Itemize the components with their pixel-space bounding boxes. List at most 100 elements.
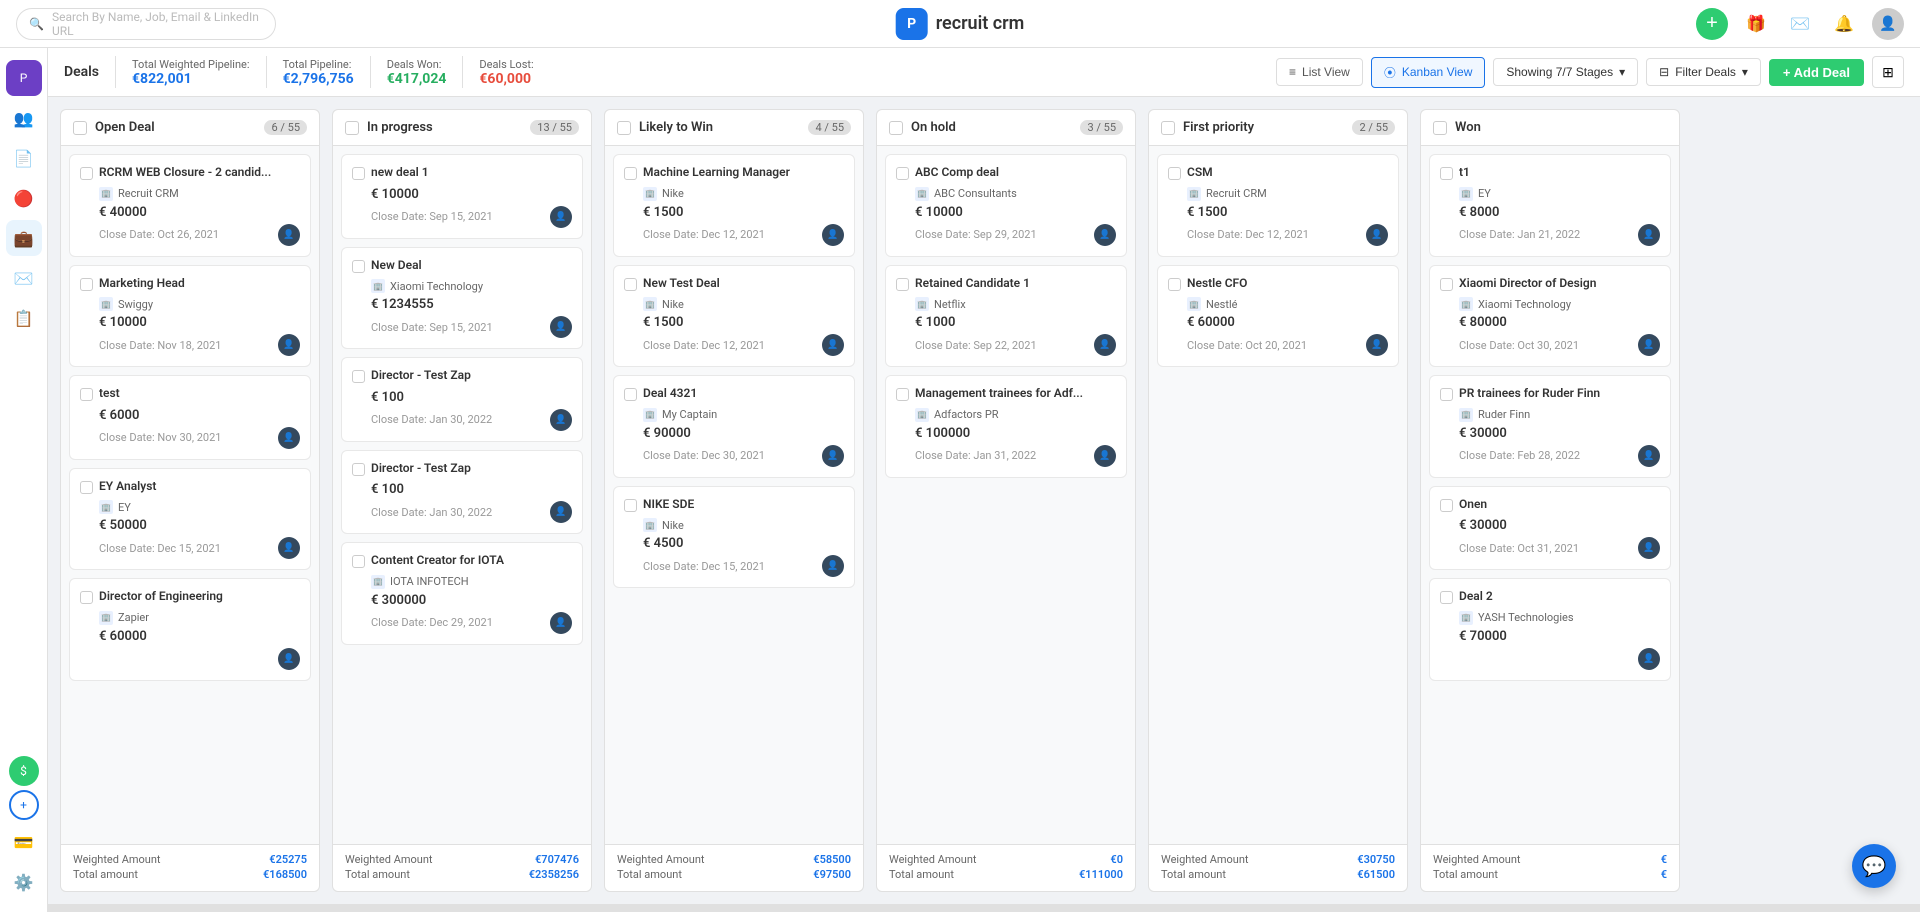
- column-checkbox-likely-to-win[interactable]: [617, 121, 631, 135]
- chat-bubble-button[interactable]: 💬: [1852, 844, 1896, 888]
- weighted-amount-label: Weighted Amount: [1433, 853, 1521, 866]
- user-avatar[interactable]: 👤: [1872, 8, 1904, 40]
- card-checkbox[interactable]: [352, 167, 365, 180]
- sidebar-item-blue[interactable]: +: [9, 790, 39, 820]
- card-amount: € 10000: [99, 315, 300, 330]
- deal-card[interactable]: RCRM WEB Closure - 2 candid... 🏢 Recruit…: [69, 154, 311, 257]
- deal-card[interactable]: Management trainees for Adf... 🏢 Adfacto…: [885, 375, 1127, 478]
- deal-card[interactable]: Onen € 30000 Close Date: Oct 31, 2021 👤: [1429, 486, 1671, 571]
- filter-deals-button[interactable]: ⊟ Filter Deals ▾: [1646, 58, 1761, 86]
- sidebar-item-contacts[interactable]: 👥: [6, 100, 42, 136]
- card-header: Nestle CFO: [1168, 276, 1388, 292]
- card-company: 🏢 YASH Technologies: [1459, 611, 1660, 625]
- deal-card[interactable]: Content Creator for IOTA 🏢 IOTA INFOTECH…: [341, 542, 583, 645]
- card-footer: 👤: [99, 648, 300, 670]
- search-box[interactable]: 🔍 Search By Name, Job, Email & LinkedIn …: [16, 8, 276, 40]
- card-checkbox[interactable]: [1440, 499, 1453, 512]
- card-checkbox[interactable]: [896, 278, 909, 291]
- sidebar-item-documents[interactable]: 📄: [6, 140, 42, 176]
- notification-icon-button[interactable]: 🔔: [1828, 8, 1860, 40]
- deal-card[interactable]: CSM 🏢 Recruit CRM € 1500 Close Date: Dec…: [1157, 154, 1399, 257]
- card-checkbox[interactable]: [352, 370, 365, 383]
- card-checkbox[interactable]: [80, 591, 93, 604]
- deal-card[interactable]: New Deal 🏢 Xiaomi Technology € 1234555 C…: [341, 247, 583, 350]
- sidebar-item-settings[interactable]: ⚙️: [6, 864, 42, 900]
- email-icon-button[interactable]: ✉️: [1784, 8, 1816, 40]
- card-company: 🏢 Xiaomi Technology: [1459, 297, 1660, 311]
- deal-card[interactable]: Xiaomi Director of Design 🏢 Xiaomi Techn…: [1429, 265, 1671, 368]
- deal-card[interactable]: test € 6000 Close Date: Nov 30, 2021 👤: [69, 375, 311, 460]
- bottom-scrollbar[interactable]: [48, 904, 1920, 912]
- column-checkbox-in-progress[interactable]: [345, 121, 359, 135]
- card-checkbox[interactable]: [624, 499, 637, 512]
- company-icon: 🏢: [1459, 611, 1473, 625]
- card-checkbox[interactable]: [1168, 278, 1181, 291]
- kanban-view-button[interactable]: ⦿ Kanban View: [1371, 57, 1486, 88]
- sidebar-item-tasks[interactable]: 📋: [6, 300, 42, 336]
- card-avatar: 👤: [822, 334, 844, 356]
- card-company: 🏢 Netflix: [915, 297, 1116, 311]
- card-checkbox[interactable]: [80, 278, 93, 291]
- column-checkbox-open-deal[interactable]: [73, 121, 87, 135]
- card-checkbox[interactable]: [896, 167, 909, 180]
- card-checkbox[interactable]: [1168, 167, 1181, 180]
- card-header: Management trainees for Adf...: [896, 386, 1116, 402]
- card-company-name: Recruit CRM: [1206, 187, 1267, 200]
- deal-card[interactable]: Marketing Head 🏢 Swiggy € 10000 Close Da…: [69, 265, 311, 368]
- sidebar-item-deals[interactable]: 💼: [6, 220, 42, 256]
- card-checkbox[interactable]: [80, 481, 93, 494]
- column-checkbox-won[interactable]: [1433, 121, 1447, 135]
- sidebar-item-jobs[interactable]: 🔴: [6, 180, 42, 216]
- card-checkbox[interactable]: [80, 167, 93, 180]
- sidebar-item-email[interactable]: ✉️: [6, 260, 42, 296]
- deal-card[interactable]: Nestle CFO 🏢 Nestlé € 60000 Close Date: …: [1157, 265, 1399, 368]
- sidebar-item-logo[interactable]: P: [6, 60, 42, 96]
- card-checkbox[interactable]: [80, 388, 93, 401]
- card-checkbox[interactable]: [352, 260, 365, 273]
- deal-card[interactable]: Director - Test Zap € 100 Close Date: Ja…: [341, 357, 583, 442]
- card-checkbox[interactable]: [1440, 167, 1453, 180]
- list-view-button[interactable]: ≡ List View: [1276, 58, 1363, 86]
- column-checkbox-on-hold[interactable]: [889, 121, 903, 135]
- card-checkbox[interactable]: [1440, 278, 1453, 291]
- deal-card[interactable]: ABC Comp deal 🏢 ABC Consultants € 10000 …: [885, 154, 1127, 257]
- card-checkbox[interactable]: [1440, 591, 1453, 604]
- deal-card[interactable]: Director - Test Zap € 100 Close Date: Ja…: [341, 450, 583, 535]
- deal-card[interactable]: PR trainees for Ruder Finn 🏢 Ruder Finn …: [1429, 375, 1671, 478]
- sidebar-item-billing[interactable]: 💳: [6, 824, 42, 860]
- card-title: PR trainees for Ruder Finn: [1459, 386, 1600, 402]
- deal-card[interactable]: EY Analyst 🏢 EY € 50000 Close Date: Dec …: [69, 468, 311, 571]
- card-checkbox[interactable]: [1440, 388, 1453, 401]
- card-checkbox[interactable]: [896, 388, 909, 401]
- sidebar-item-green[interactable]: $: [9, 756, 39, 786]
- card-amount: € 1500: [1187, 205, 1388, 220]
- column-badge-on-hold: 3 / 55: [1080, 120, 1123, 135]
- card-amount: € 300000: [371, 593, 572, 608]
- card-amount: € 10000: [371, 187, 572, 202]
- card-company-name: Xiaomi Technology: [1478, 298, 1571, 311]
- deal-card[interactable]: Deal 2 🏢 YASH Technologies € 70000 👤: [1429, 578, 1671, 681]
- deal-card[interactable]: t1 🏢 EY € 8000 Close Date: Jan 21, 2022 …: [1429, 154, 1671, 257]
- card-date: Close Date: Dec 12, 2021: [1187, 228, 1309, 241]
- deal-card[interactable]: new deal 1 € 10000 Close Date: Sep 15, 2…: [341, 154, 583, 239]
- deal-card[interactable]: New Test Deal 🏢 Nike € 1500 Close Date: …: [613, 265, 855, 368]
- deal-card[interactable]: NIKE SDE 🏢 Nike € 4500 Close Date: Dec 1…: [613, 486, 855, 589]
- card-checkbox[interactable]: [352, 463, 365, 476]
- gift-icon-button[interactable]: 🎁: [1740, 8, 1772, 40]
- card-checkbox[interactable]: [352, 555, 365, 568]
- deal-card[interactable]: Director of Engineering 🏢 Zapier € 60000…: [69, 578, 311, 681]
- column-checkbox-first-priority[interactable]: [1161, 121, 1175, 135]
- more-options-button[interactable]: ⊞: [1872, 56, 1904, 88]
- brand-logo: P recruit crm: [896, 8, 1025, 40]
- showing-stages-button[interactable]: Showing 7/7 Stages ▾: [1493, 58, 1638, 86]
- add-deal-button[interactable]: + Add Deal: [1769, 59, 1864, 86]
- card-checkbox[interactable]: [624, 388, 637, 401]
- card-checkbox[interactable]: [624, 167, 637, 180]
- column-header-in-progress: In progress 13 / 55: [333, 110, 591, 146]
- deal-card[interactable]: Deal 4321 🏢 My Captain € 90000 Close Dat…: [613, 375, 855, 478]
- deal-card[interactable]: Retained Candidate 1 🏢 Netflix € 1000 Cl…: [885, 265, 1127, 368]
- deal-card[interactable]: Machine Learning Manager 🏢 Nike € 1500 C…: [613, 154, 855, 257]
- global-add-button[interactable]: +: [1696, 8, 1728, 40]
- card-title: Xiaomi Director of Design: [1459, 276, 1596, 292]
- card-checkbox[interactable]: [624, 278, 637, 291]
